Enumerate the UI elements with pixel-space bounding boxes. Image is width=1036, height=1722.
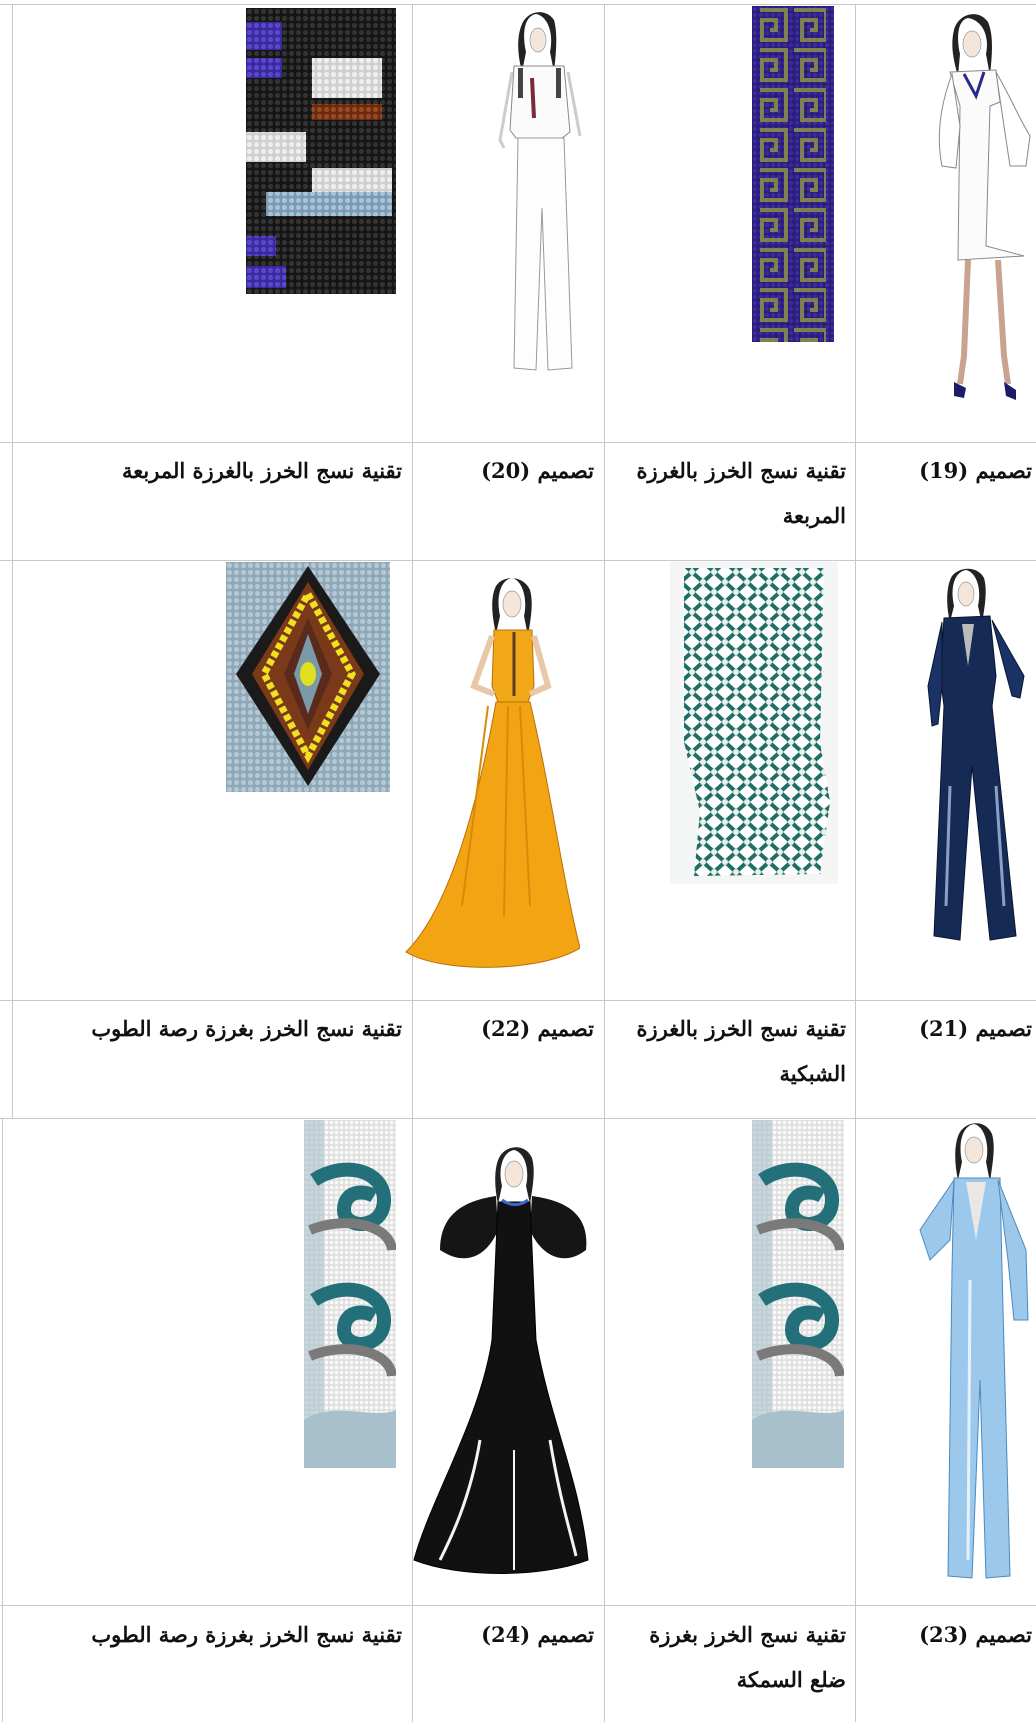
technique-label: تقنية نسج الخرز بالغرزة الشبكية <box>636 1016 847 1086</box>
technique-label: تقنية نسج الخرز بغرزة رصة الطوب <box>91 1016 402 1041</box>
design-label: تصميم (21) <box>919 1016 1032 1041</box>
technique-label: تقنية نسج الخرز بالغرزة المربعة <box>636 458 847 528</box>
design-23-illustration <box>919 1123 1029 1579</box>
design-21-illustration <box>927 568 1025 941</box>
swatch-square-stitch-blocks <box>246 8 396 294</box>
design-19-illustration <box>938 14 1031 400</box>
swatch-netting-stitch <box>670 562 838 884</box>
design-label: تصميم (23) <box>919 1622 1032 1647</box>
swatch-fishbone-stitch-waves <box>752 1120 844 1468</box>
technique-label: تقنية نسج الخرز بالغرزة المربعة <box>122 458 402 483</box>
design-20-illustration <box>498 12 582 371</box>
design-label: تصميم (20) <box>481 458 594 483</box>
design-22-illustration <box>405 578 580 968</box>
design-label: تصميم (22) <box>481 1016 594 1041</box>
design-24-illustration <box>413 1147 589 1574</box>
swatch-square-stitch-key-pattern <box>752 6 834 342</box>
swatch-brick-stitch-waves <box>304 1120 396 1468</box>
swatch-brick-stitch-diamond <box>226 562 390 792</box>
design-label: تصميم (19) <box>919 458 1032 483</box>
design-label: تصميم (24) <box>481 1622 594 1647</box>
technique-label: تقنية نسج الخرز بغرزة رصة الطوب <box>91 1622 402 1647</box>
technique-label: تقنية نسج الخرز بغرزة ضلع السمكة <box>649 1622 846 1692</box>
